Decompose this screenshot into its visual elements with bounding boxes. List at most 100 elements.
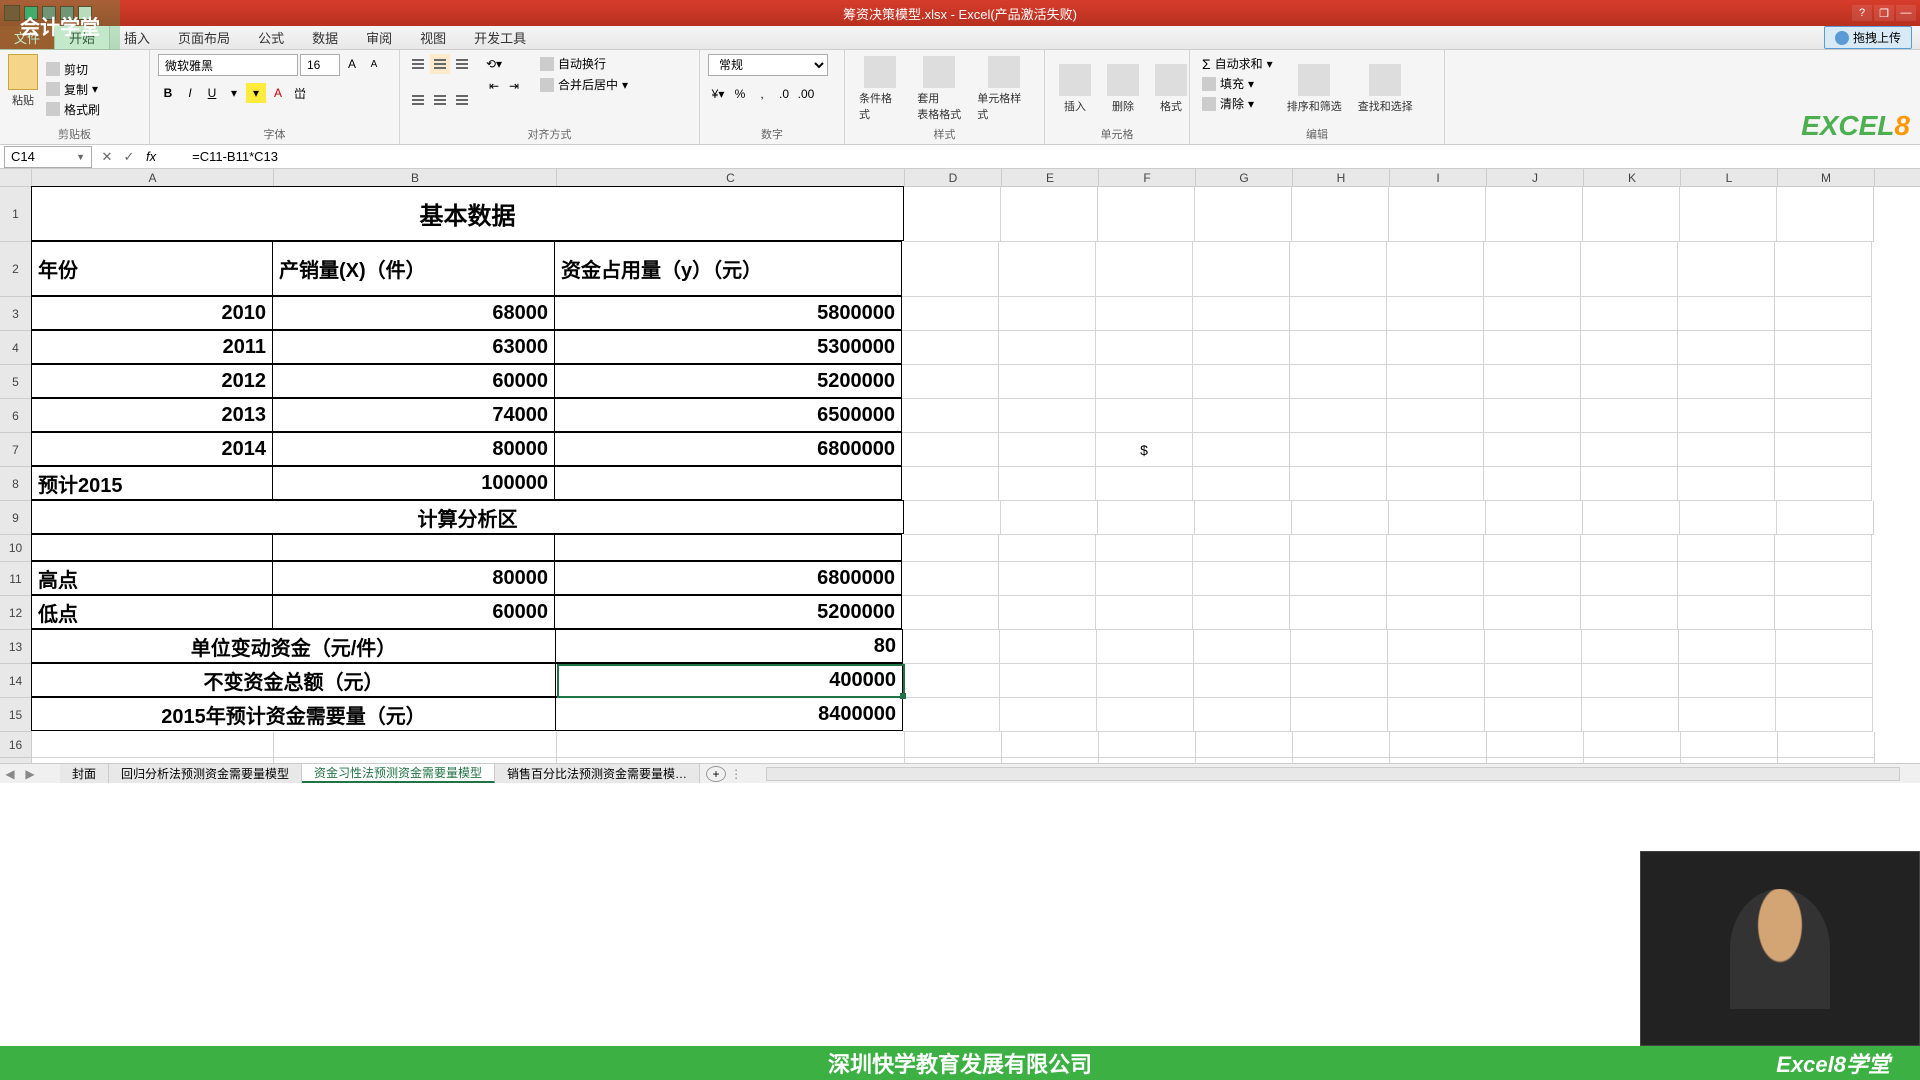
cell-L4[interactable] — [1678, 331, 1775, 365]
row-header-5[interactable]: 5 — [0, 365, 31, 399]
cell-F5[interactable] — [1096, 365, 1193, 399]
cell-A12[interactable]: 低点 — [31, 595, 273, 629]
cell-I2[interactable] — [1387, 242, 1484, 297]
cell-G8[interactable] — [1193, 467, 1290, 501]
row-header-14[interactable]: 14 — [0, 664, 31, 698]
row-header-15[interactable]: 15 — [0, 698, 31, 732]
cell-I16[interactable] — [1390, 732, 1487, 758]
cell-G13[interactable] — [1194, 630, 1291, 664]
cell-G1[interactable] — [1195, 187, 1292, 242]
align-middle-button[interactable] — [430, 54, 450, 74]
cell-M15[interactable] — [1776, 698, 1873, 732]
cell-G4[interactable] — [1193, 331, 1290, 365]
horizontal-scrollbar[interactable] — [766, 767, 1900, 781]
cell-C5[interactable]: 5200000 — [554, 364, 902, 398]
cell-F13[interactable] — [1097, 630, 1194, 664]
col-header-K[interactable]: K — [1584, 169, 1681, 186]
cell-C3[interactable]: 5800000 — [554, 296, 902, 330]
cell-G14[interactable] — [1194, 664, 1291, 698]
decrease-font-button[interactable]: A — [364, 54, 384, 74]
cell-A11[interactable]: 高点 — [31, 561, 273, 595]
cell-I13[interactable] — [1388, 630, 1485, 664]
cell-M7[interactable] — [1775, 433, 1872, 467]
cell-D2[interactable] — [902, 242, 999, 297]
cell-H16[interactable] — [1293, 732, 1390, 758]
cell-D15[interactable] — [903, 698, 1000, 732]
cell-L7[interactable] — [1678, 433, 1775, 467]
cell-A2[interactable]: 年份 — [31, 241, 273, 296]
sheet-tab-1[interactable]: 封面 — [60, 764, 109, 783]
indent-inc-button[interactable]: ⇥ — [504, 76, 524, 96]
cell-M10[interactable] — [1775, 535, 1872, 562]
cell-M6[interactable] — [1775, 399, 1872, 433]
col-header-C[interactable]: C — [557, 169, 905, 186]
cell-A15[interactable]: 2015年预计资金需要量（元） — [31, 697, 556, 731]
cell-L13[interactable] — [1679, 630, 1776, 664]
font-name-select[interactable] — [158, 54, 298, 76]
cell-A7[interactable]: 2014 — [31, 432, 273, 466]
cell-M3[interactable] — [1775, 297, 1872, 331]
row-header-9[interactable]: 9 — [0, 501, 31, 535]
cell-E5[interactable] — [999, 365, 1096, 399]
row-header-11[interactable]: 11 — [0, 562, 31, 596]
col-header-H[interactable]: H — [1293, 169, 1390, 186]
cell-E11[interactable] — [999, 562, 1096, 596]
cell-F6[interactable] — [1096, 399, 1193, 433]
cell-H4[interactable] — [1290, 331, 1387, 365]
cell-G12[interactable] — [1193, 596, 1290, 630]
border-button[interactable]: ▾ — [224, 83, 244, 103]
cell-J3[interactable] — [1484, 297, 1581, 331]
cell-I5[interactable] — [1387, 365, 1484, 399]
cell-C14[interactable]: 400000 — [555, 663, 903, 697]
insert-cells-button[interactable]: 插入 — [1053, 54, 1097, 124]
minimize-button[interactable]: — — [1896, 5, 1916, 21]
cell-I8[interactable] — [1387, 467, 1484, 501]
column-headers[interactable]: ABCDEFGHIJKLM — [32, 169, 1920, 187]
cell-B10[interactable] — [272, 534, 555, 561]
cell-E4[interactable] — [999, 331, 1096, 365]
cell-C10[interactable] — [554, 534, 902, 561]
cell-I1[interactable] — [1389, 187, 1486, 242]
formula-input[interactable] — [162, 146, 1920, 168]
cell-D7[interactable] — [902, 433, 999, 467]
cell-E2[interactable] — [999, 242, 1096, 297]
cell-G2[interactable] — [1193, 242, 1290, 297]
cut-button[interactable]: 剪切 — [42, 60, 104, 79]
cell-A10[interactable] — [31, 534, 273, 561]
cell-C15[interactable]: 8400000 — [555, 697, 903, 731]
cell-G11[interactable] — [1193, 562, 1290, 596]
number-format-select[interactable]: 常规 — [708, 54, 828, 76]
cell-H6[interactable] — [1290, 399, 1387, 433]
cell-G9[interactable] — [1195, 501, 1292, 535]
col-header-I[interactable]: I — [1390, 169, 1487, 186]
cell-G6[interactable] — [1193, 399, 1290, 433]
cell-C7[interactable]: 6800000 — [554, 432, 902, 466]
cell-F8[interactable] — [1096, 467, 1193, 501]
cell-E1[interactable] — [1001, 187, 1098, 242]
cell-E6[interactable] — [999, 399, 1096, 433]
col-header-L[interactable]: L — [1681, 169, 1778, 186]
col-header-A[interactable]: A — [32, 169, 274, 186]
cell-E12[interactable] — [999, 596, 1096, 630]
cell-L14[interactable] — [1679, 664, 1776, 698]
align-left-button[interactable] — [408, 90, 428, 110]
cell-F9[interactable] — [1098, 501, 1195, 535]
cell-J9[interactable] — [1486, 501, 1583, 535]
cell-L12[interactable] — [1678, 596, 1775, 630]
cell-H9[interactable] — [1292, 501, 1389, 535]
cell-J5[interactable] — [1484, 365, 1581, 399]
cell-J16[interactable] — [1487, 732, 1584, 758]
cell-L5[interactable] — [1678, 365, 1775, 399]
col-header-B[interactable]: B — [274, 169, 557, 186]
cell-D12[interactable] — [902, 596, 999, 630]
row-header-8[interactable]: 8 — [0, 467, 31, 501]
cell-K14[interactable] — [1582, 664, 1679, 698]
cell-B3[interactable]: 68000 — [272, 296, 555, 330]
cell-H5[interactable] — [1290, 365, 1387, 399]
wrap-button[interactable]: 自动换行 — [536, 54, 632, 73]
fx-icon[interactable]: fx — [140, 149, 162, 164]
cell-F2[interactable] — [1096, 242, 1193, 297]
cell-D13[interactable] — [903, 630, 1000, 664]
cell-K3[interactable] — [1581, 297, 1678, 331]
sheet-tab-3[interactable]: 资金习性法预测资金需要量模型 — [302, 764, 495, 783]
